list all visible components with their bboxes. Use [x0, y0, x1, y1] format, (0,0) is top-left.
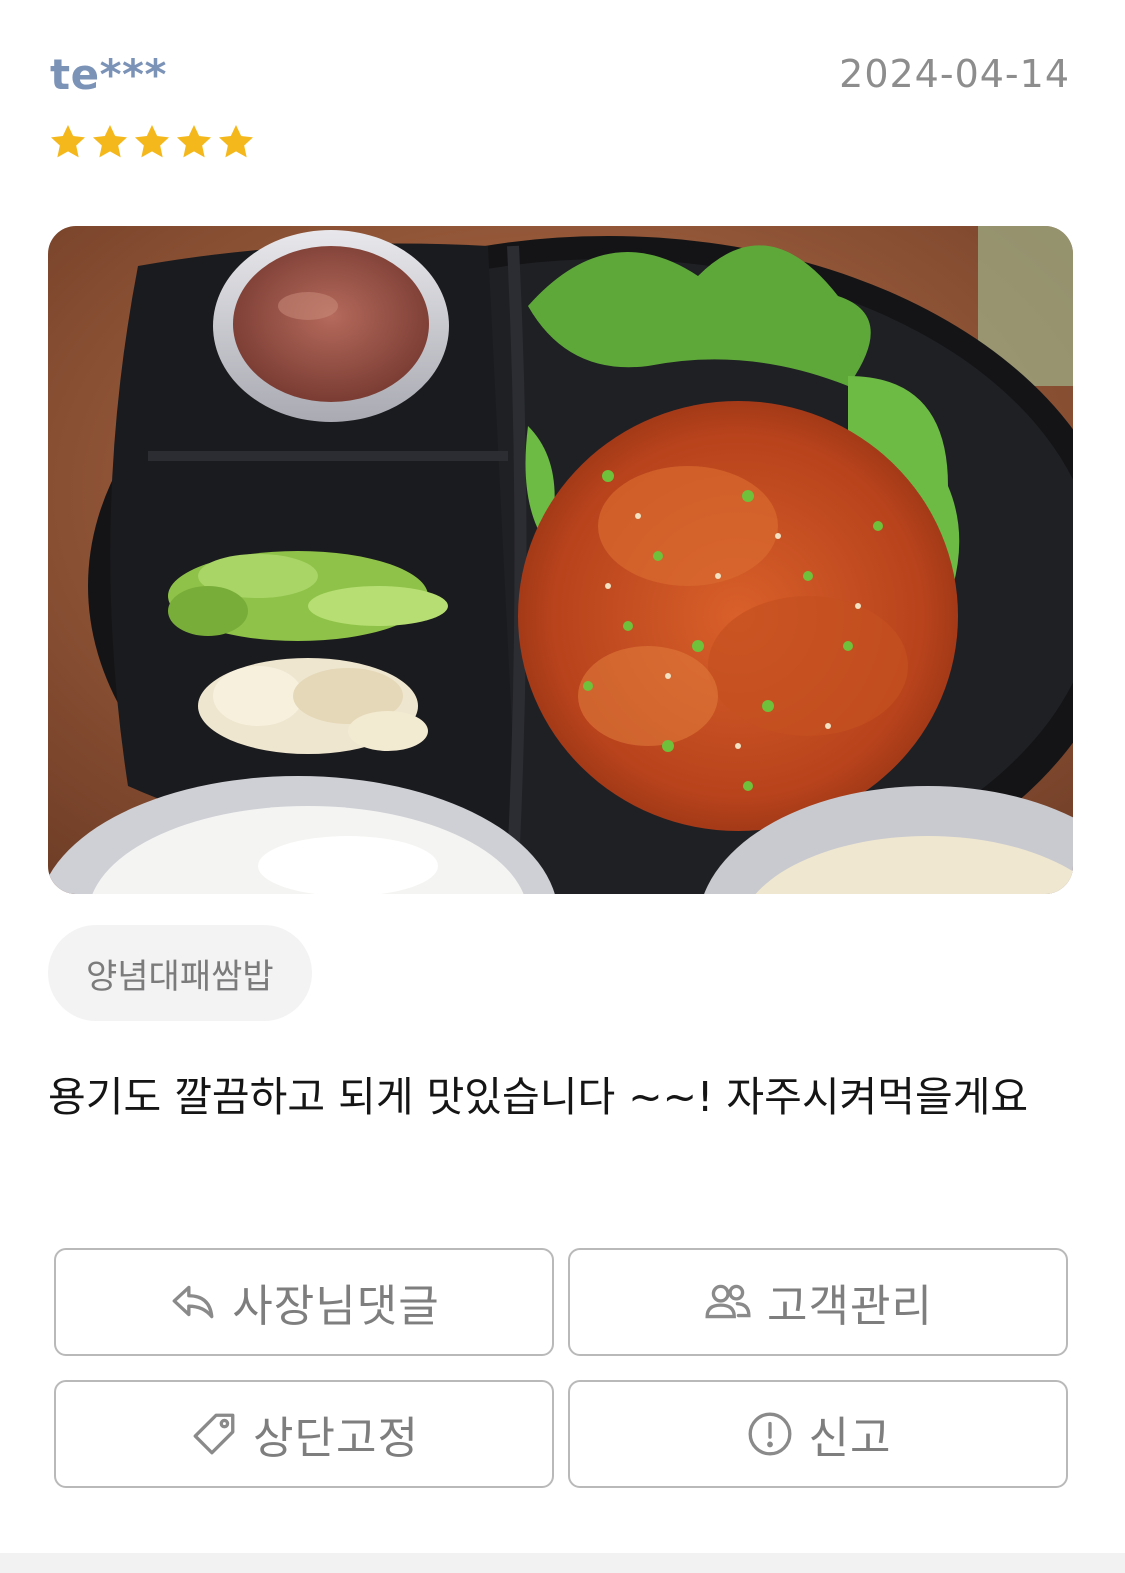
alert-circle-icon	[748, 1412, 791, 1456]
review-actions: 사장님댓글 고객관리 상단고정 신고	[54, 1248, 1068, 1488]
star-icon	[177, 125, 211, 158]
reply-arrow-icon	[172, 1285, 214, 1319]
report-button[interactable]: 신고	[568, 1380, 1068, 1488]
review-date: 2024-04-14	[839, 52, 1070, 96]
owner-reply-label: 사장님댓글	[232, 1281, 440, 1332]
star-icon	[135, 125, 169, 158]
food-photo-illustration	[48, 226, 1073, 894]
review-photo[interactable]	[48, 226, 1073, 894]
reviewer-username: te***	[50, 50, 167, 99]
customer-management-button[interactable]: 고객관리	[568, 1248, 1068, 1356]
customer-management-label: 고객관리	[767, 1281, 933, 1332]
review-header: te*** 2024-04-14	[48, 50, 1072, 110]
star-icon	[93, 125, 127, 158]
section-divider	[0, 1553, 1125, 1573]
pin-to-top-button[interactable]: 상단고정	[54, 1380, 554, 1488]
users-icon	[705, 1284, 751, 1319]
menu-tag[interactable]: 양념대패쌈밥	[48, 925, 312, 1021]
star-icon	[51, 125, 85, 158]
pin-to-top-label: 상단고정	[253, 1413, 419, 1464]
report-label: 신고	[808, 1413, 892, 1464]
tag-icon	[193, 1413, 235, 1455]
star-icon	[219, 125, 253, 158]
review-card: te*** 2024-04-14 양념대패쌈밥 용기도 깔끔하고 되게 맛있습니…	[0, 0, 1125, 1573]
review-text: 용기도 깔끔하고 되게 맛있습니다 ~~! 자주시켜먹을게요	[48, 1073, 1029, 1121]
owner-reply-button[interactable]: 사장님댓글	[54, 1248, 554, 1356]
star-rating	[48, 120, 256, 168]
